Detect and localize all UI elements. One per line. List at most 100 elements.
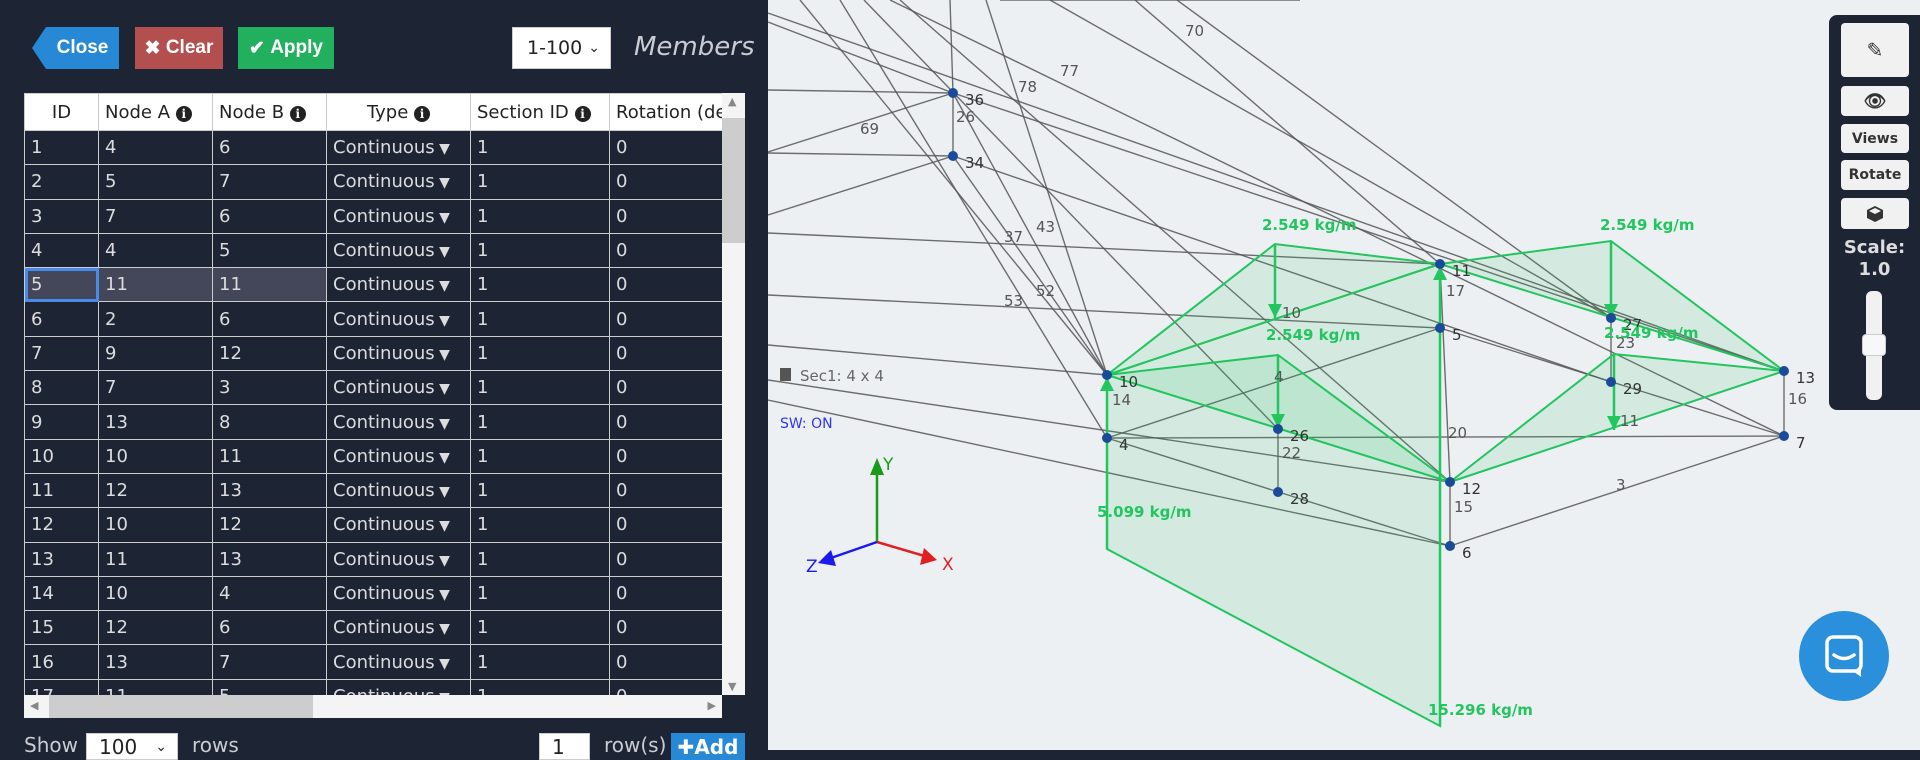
table-cell[interactable]: 13: [212, 472, 327, 509]
table-cell[interactable]: 1: [470, 232, 610, 269]
structure-model[interactable]: 3634104 262811512627291377077782669374352…: [768, 0, 1920, 750]
column-header[interactable]: ID: [24, 93, 99, 131]
horizontal-scrollbar[interactable]: ◀ ▶: [24, 695, 722, 718]
table-cell[interactable]: 7: [98, 370, 213, 406]
info-icon[interactable]: i: [574, 105, 591, 122]
type-dropdown-cell[interactable]: Continuous ▼: [326, 644, 471, 680]
3d-view-button[interactable]: [1841, 198, 1909, 229]
table-cell[interactable]: 4: [98, 232, 213, 269]
table-cell[interactable]: 12: [98, 610, 213, 646]
scroll-thumb[interactable]: [49, 695, 313, 718]
table-cell[interactable]: 6: [212, 129, 327, 166]
table-cell[interactable]: 8: [212, 404, 327, 440]
table-cell[interactable]: 1: [470, 164, 610, 200]
table-cell[interactable]: 1: [470, 370, 610, 406]
edit-button[interactable]: ✎: [1841, 23, 1909, 77]
table-cell[interactable]: 12: [24, 507, 99, 543]
table-cell[interactable]: 9: [24, 404, 99, 440]
table-cell[interactable]: 1: [470, 472, 610, 509]
table-cell[interactable]: 13: [24, 541, 99, 577]
table-cell[interactable]: 7: [212, 164, 327, 200]
add-count-input[interactable]: 1: [539, 733, 590, 760]
type-dropdown-cell[interactable]: Continuous ▼: [326, 370, 471, 406]
table-cell[interactable]: 17: [24, 678, 99, 695]
table-cell[interactable]: 4: [212, 575, 327, 612]
rows-per-page-select[interactable]: 100 ⌄: [86, 733, 178, 760]
table-cell[interactable]: 1: [470, 507, 610, 543]
table-cell[interactable]: 4: [98, 129, 213, 166]
table-cell[interactable]: 11: [98, 678, 213, 695]
table-cell[interactable]: 8: [24, 370, 99, 406]
table-cell[interactable]: 2: [24, 164, 99, 200]
table-cell[interactable]: 5: [212, 678, 327, 695]
table-cell[interactable]: 11: [98, 267, 213, 303]
table-cell[interactable]: 9: [98, 335, 213, 372]
info-icon[interactable]: i: [289, 105, 306, 122]
scroll-down-icon[interactable]: ▼: [728, 680, 736, 693]
table-cell[interactable]: 1: [24, 129, 99, 166]
table-cell[interactable]: 5: [98, 164, 213, 200]
type-dropdown-cell[interactable]: Continuous ▼: [326, 575, 471, 612]
table-cell[interactable]: 14: [24, 575, 99, 612]
table-cell[interactable]: 1: [470, 129, 610, 166]
table-cell[interactable]: 3: [24, 198, 99, 234]
scroll-thumb[interactable]: [722, 118, 745, 243]
table-cell[interactable]: 1: [470, 678, 610, 695]
table-cell[interactable]: 4: [24, 232, 99, 269]
type-dropdown-cell[interactable]: Continuous ▼: [326, 198, 471, 234]
table-cell[interactable]: 11: [212, 438, 327, 474]
table-cell[interactable]: 1: [470, 301, 610, 337]
type-dropdown-cell[interactable]: Continuous ▼: [326, 507, 471, 543]
table-cell[interactable]: 1: [470, 610, 610, 646]
table-cell[interactable]: 2: [98, 301, 213, 337]
table-cell[interactable]: 6: [212, 301, 327, 337]
type-dropdown-cell[interactable]: Continuous ▼: [326, 335, 471, 372]
vertical-scrollbar[interactable]: ▲ ▼: [722, 93, 745, 695]
type-dropdown-cell[interactable]: Continuous ▼: [326, 164, 471, 200]
table-cell[interactable]: 10: [98, 507, 213, 543]
table-cell[interactable]: 16: [24, 644, 99, 680]
table-cell[interactable]: 1: [470, 644, 610, 680]
table-cell[interactable]: 7: [24, 335, 99, 372]
apply-button[interactable]: ✔ Apply: [238, 27, 334, 69]
table-cell[interactable]: 11: [212, 267, 327, 303]
chat-launcher-button[interactable]: [1799, 611, 1889, 701]
type-dropdown-cell[interactable]: Continuous ▼: [326, 404, 471, 440]
type-dropdown-cell[interactable]: Continuous ▼: [326, 438, 471, 474]
range-select[interactable]: 1-100 ⌄: [512, 27, 611, 69]
table-cell[interactable]: 6: [212, 198, 327, 234]
column-header[interactable]: Section ID i: [470, 93, 610, 131]
visibility-button[interactable]: 👁: [1841, 86, 1909, 116]
views-button[interactable]: Views: [1841, 124, 1909, 153]
table-cell[interactable]: 1: [470, 541, 610, 577]
table-cell[interactable]: 5: [24, 267, 99, 303]
scroll-left-icon[interactable]: ◀: [30, 699, 38, 712]
type-dropdown-cell[interactable]: Continuous ▼: [326, 232, 471, 269]
type-dropdown-cell[interactable]: Continuous ▼: [326, 472, 471, 509]
info-icon[interactable]: i: [414, 105, 431, 122]
table-cell[interactable]: 10: [98, 438, 213, 474]
table-cell[interactable]: 1: [470, 438, 610, 474]
table-cell[interactable]: 6: [212, 610, 327, 646]
table-cell[interactable]: 1: [470, 335, 610, 372]
table-cell[interactable]: 3: [212, 370, 327, 406]
table-cell[interactable]: 13: [98, 404, 213, 440]
type-dropdown-cell[interactable]: Continuous ▼: [326, 267, 471, 303]
table-cell[interactable]: 6: [24, 301, 99, 337]
table-cell[interactable]: 12: [212, 507, 327, 543]
table-cell[interactable]: 13: [212, 541, 327, 577]
type-dropdown-cell[interactable]: Continuous ▼: [326, 129, 471, 166]
table-cell[interactable]: 12: [98, 472, 213, 509]
table-cell[interactable]: 10: [98, 575, 213, 612]
table-cell[interactable]: 15: [24, 610, 99, 646]
table-cell[interactable]: 7: [98, 198, 213, 234]
type-dropdown-cell[interactable]: Continuous ▼: [326, 301, 471, 337]
type-dropdown-cell[interactable]: Continuous ▼: [326, 678, 471, 695]
info-icon[interactable]: i: [175, 105, 192, 122]
close-button[interactable]: Close: [32, 27, 119, 69]
table-cell[interactable]: 1: [470, 404, 610, 440]
scroll-up-icon[interactable]: ▲: [728, 95, 736, 108]
column-header[interactable]: Node B i: [212, 93, 327, 131]
table-cell[interactable]: 11: [24, 472, 99, 509]
table-cell[interactable]: 1: [470, 267, 610, 303]
